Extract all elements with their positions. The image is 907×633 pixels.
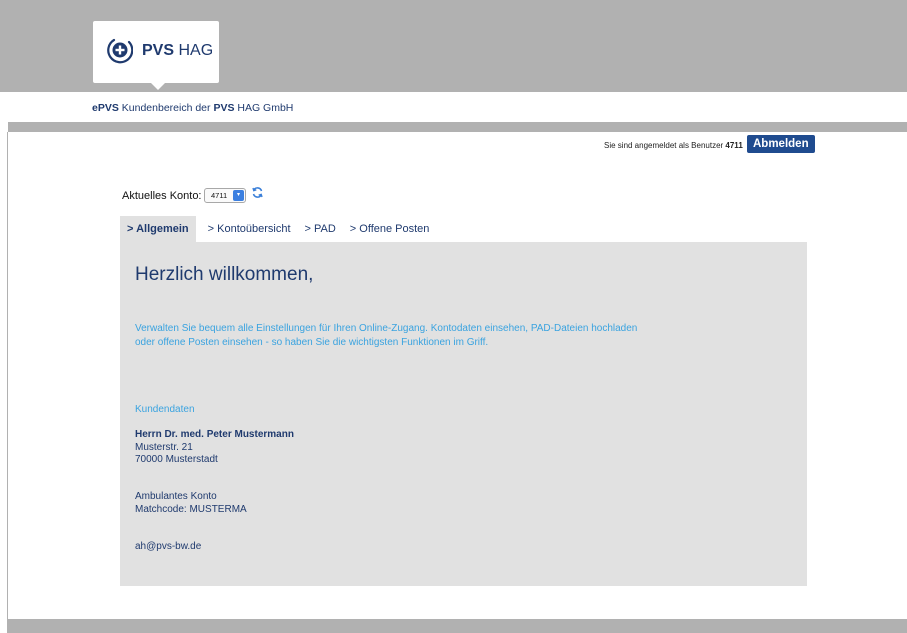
- footer-bar: [7, 619, 907, 633]
- intro-text: Verwalten Sie bequem alle Einstellungen …: [135, 322, 637, 350]
- welcome-heading: Herzlich willkommen,: [135, 264, 314, 285]
- account-label: Aktuelles Konto:: [122, 190, 202, 202]
- logo[interactable]: PVS HAG: [93, 21, 219, 83]
- account-select[interactable]: 4711 ▾: [204, 188, 246, 203]
- pvs-logo-icon: [107, 38, 133, 64]
- tab-allgemein[interactable]: > Allgemein: [120, 216, 196, 242]
- site-subtitle: ePVS Kundenbereich der PVS HAG GmbH: [92, 102, 294, 114]
- customer-city: 70000 Musterstadt: [135, 454, 218, 465]
- customer-street: Musterstr. 21: [135, 442, 193, 453]
- content-panel: Herzlich willkommen, Verwalten Sie beque…: [120, 242, 807, 586]
- customer-email: ah@pvs-bw.de: [135, 541, 202, 552]
- matchcode: Matchcode: MUSTERMA: [135, 504, 247, 515]
- intro-line-2: oder offene Posten einsehen - so haben S…: [135, 337, 489, 348]
- tab-kontouebersicht[interactable]: > Kontoübersicht: [201, 216, 298, 242]
- login-status: Sie sind angemeldet als Benutzer 4711: [604, 141, 743, 150]
- logo-pointer: [150, 82, 166, 90]
- account-select-value: 4711: [211, 191, 228, 200]
- logo-text: PVS HAG: [142, 42, 214, 59]
- intro-line-1: Verwalten Sie bequem alle Einstellungen …: [135, 323, 638, 334]
- account-type: Ambulantes Konto: [135, 491, 217, 502]
- refresh-icon[interactable]: [251, 186, 264, 199]
- tab-pad[interactable]: > PAD: [298, 216, 343, 242]
- customer-name: Herrn Dr. med. Peter Mustermann: [135, 429, 294, 440]
- left-border: [7, 132, 8, 620]
- select-arrow-icon: ▾: [233, 190, 244, 201]
- tab-offene-posten[interactable]: > Offene Posten: [343, 216, 437, 242]
- customer-data-heading: Kundendaten: [135, 404, 195, 415]
- header-divider: [8, 122, 907, 132]
- tab-bar: > Allgemein > Kontoübersicht > PAD > Off…: [120, 216, 436, 242]
- logout-button[interactable]: Abmelden: [747, 135, 815, 153]
